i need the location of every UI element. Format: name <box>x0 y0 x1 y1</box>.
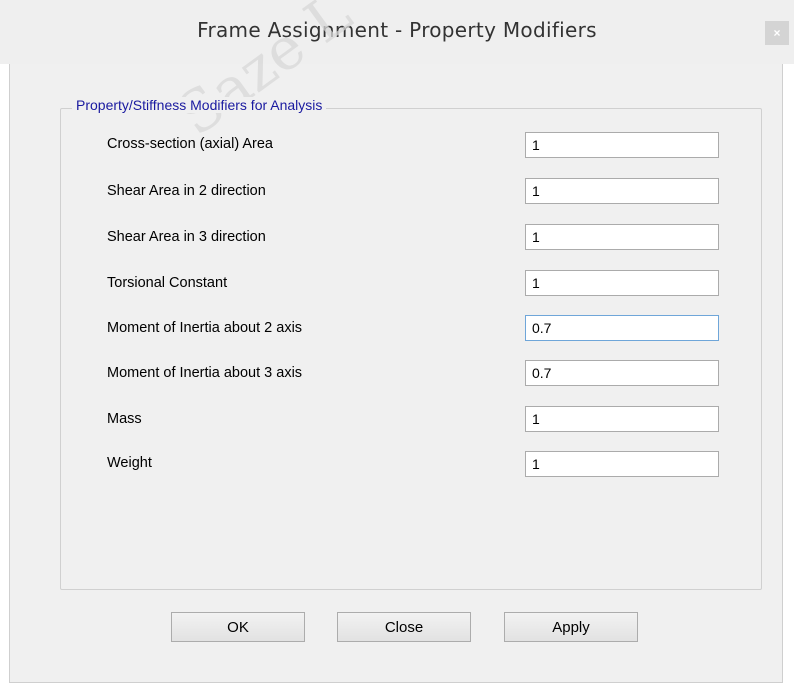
input-weight[interactable] <box>525 451 719 477</box>
close-window-button[interactable]: × <box>765 21 789 45</box>
title-bar[interactable]: Frame Assignment - Property Modifiers × <box>0 0 794 64</box>
dialog-window: Frame Assignment - Property Modifiers × … <box>0 0 794 696</box>
label-cross-section-area: Cross-section (axial) Area <box>107 136 273 152</box>
dialog-body: Saze L Property/Stiffness Modifiers for … <box>9 0 783 683</box>
label-moment-inertia-2: Moment of Inertia about 2 axis <box>107 320 303 336</box>
input-moment-inertia-2[interactable] <box>525 315 719 341</box>
input-shear-area-2[interactable] <box>525 178 719 204</box>
close-button[interactable]: Close <box>337 612 471 642</box>
label-torsional-constant: Torsional Constant <box>107 275 228 291</box>
label-shear-area-3: Shear Area in 3 direction <box>107 229 266 245</box>
window-title: Frame Assignment - Property Modifiers <box>197 18 597 42</box>
input-cross-section-area[interactable] <box>525 132 719 158</box>
label-weight: Weight <box>107 455 152 471</box>
input-moment-inertia-3[interactable] <box>525 360 719 386</box>
label-mass: Mass <box>107 411 142 427</box>
ok-button[interactable]: OK <box>171 612 305 642</box>
groupbox-legend: Property/Stiffness Modifiers for Analysi… <box>72 97 327 113</box>
apply-button[interactable]: Apply <box>504 612 638 642</box>
input-mass[interactable] <box>525 406 719 432</box>
label-moment-inertia-3: Moment of Inertia about 3 axis <box>107 365 303 381</box>
label-shear-area-2: Shear Area in 2 direction <box>107 183 266 199</box>
input-torsional-constant[interactable] <box>525 270 719 296</box>
input-shear-area-3[interactable] <box>525 224 719 250</box>
